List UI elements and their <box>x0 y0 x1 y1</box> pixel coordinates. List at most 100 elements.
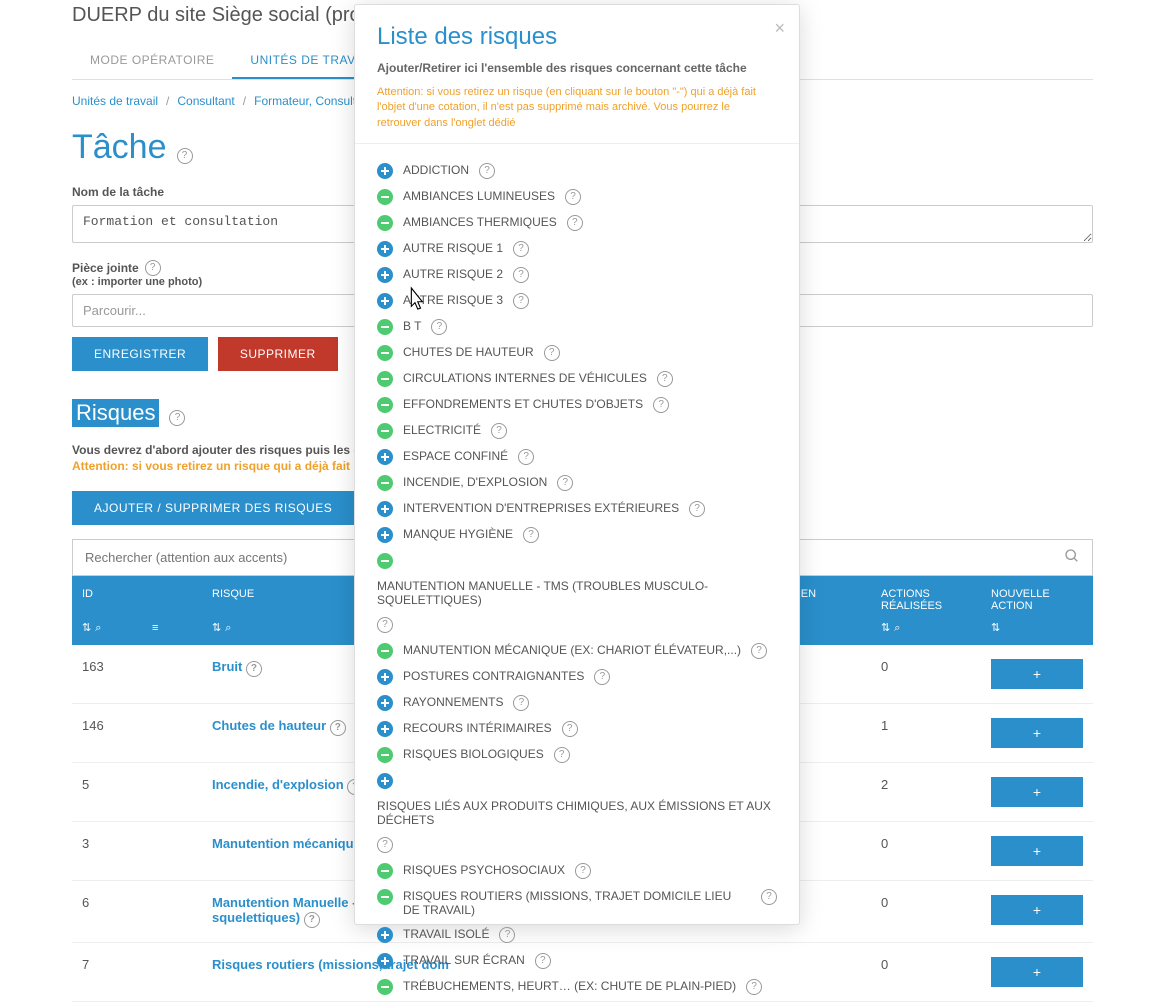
risk-item-label: AMBIANCES THERMIQUES <box>403 215 557 229</box>
risk-item-help-icon[interactable]: ? <box>567 215 583 231</box>
add-risk-icon[interactable] <box>377 267 393 283</box>
risk-item-help-icon[interactable]: ? <box>513 293 529 309</box>
risk-item-label: RISQUES PSYCHOSOCIAUX <box>403 863 565 877</box>
risk-item-help-icon[interactable]: ? <box>544 345 560 361</box>
remove-risk-icon[interactable] <box>377 371 393 387</box>
risk-list-item: RISQUES ROUTIERS (MISSIONS, TRAJET DOMIC… <box>377 884 777 922</box>
risk-item-label: ADDICTION <box>403 163 469 177</box>
risk-item-label: TRÉBUCHEMENTS, HEURT… (EX: CHUTE DE PLAI… <box>403 979 736 993</box>
risk-item-help-icon[interactable]: ? <box>523 527 539 543</box>
risk-list-item: B T? <box>377 314 777 340</box>
risk-item-label: MANQUE HYGIÈNE <box>403 527 513 541</box>
risk-item-help-icon[interactable]: ? <box>513 267 529 283</box>
risk-item-label: AUTRE RISQUE 3 <box>403 293 503 307</box>
risk-item-label: AUTRE RISQUE 2 <box>403 267 503 281</box>
add-risk-icon[interactable] <box>377 449 393 465</box>
risk-item-help-icon[interactable]: ? <box>377 617 393 633</box>
risk-item-label: INCENDIE, D'EXPLOSION <box>403 475 547 489</box>
risk-item-help-icon[interactable]: ? <box>479 163 495 179</box>
row-realisees: 0 <box>871 943 981 1002</box>
row-id: 7 <box>72 943 142 1002</box>
risk-list-item: RISQUES BIOLOGIQUES? <box>377 742 777 768</box>
risk-item-help-icon[interactable]: ? <box>657 371 673 387</box>
risk-list-item: RISQUES PSYCHOSOCIAUX? <box>377 858 777 884</box>
remove-risk-icon[interactable] <box>377 397 393 413</box>
add-risk-icon[interactable] <box>377 927 393 943</box>
risk-item-label: RISQUES LIÉS AUX PRODUITS CHIMIQUES, AUX… <box>377 799 777 827</box>
remove-risk-icon[interactable] <box>377 345 393 361</box>
risk-item-help-icon[interactable]: ? <box>594 669 610 685</box>
risk-item-help-icon[interactable]: ? <box>431 319 447 335</box>
add-risk-icon[interactable] <box>377 773 393 789</box>
risk-list-item: ESPACE CONFINÉ? <box>377 444 777 470</box>
risk-list-item: AUTRE RISQUE 2? <box>377 262 777 288</box>
risk-list-item: AUTRE RISQUE 3? <box>377 288 777 314</box>
risk-item-label: B T <box>403 319 421 333</box>
risk-item-help-icon[interactable]: ? <box>751 643 767 659</box>
modal-close-icon[interactable]: × <box>774 19 785 37</box>
risk-item-help-icon[interactable]: ? <box>513 695 529 711</box>
risk-list-item: AMBIANCES LUMINEUSES? <box>377 184 777 210</box>
add-risk-icon[interactable] <box>377 669 393 685</box>
risk-item-help-icon[interactable]: ? <box>513 241 529 257</box>
risk-list-item: INTERVENTION D'ENTREPRISES EXTÉRIEURES? <box>377 496 777 522</box>
risk-item-help-icon[interactable]: ? <box>653 397 669 413</box>
risk-list-item: TRAVAIL ISOLÉ? <box>377 922 777 948</box>
add-risk-icon[interactable] <box>377 163 393 179</box>
risk-item-label: ELECTRICITÉ <box>403 423 481 437</box>
risk-item-help-icon[interactable]: ? <box>535 953 551 969</box>
remove-risk-icon[interactable] <box>377 553 393 569</box>
remove-risk-icon[interactable] <box>377 889 393 905</box>
risk-item-help-icon[interactable]: ? <box>491 423 507 439</box>
risk-item-label: MANUTENTION MANUELLE - TMS (TROUBLES MUS… <box>377 579 777 607</box>
risk-list-item: ADDICTION? <box>377 158 777 184</box>
risk-list-item: ELECTRICITÉ? <box>377 418 777 444</box>
risk-item-label: TRAVAIL ISOLÉ <box>403 927 489 941</box>
risk-item-help-icon[interactable]: ? <box>575 863 591 879</box>
remove-risk-icon[interactable] <box>377 319 393 335</box>
add-risk-icon[interactable] <box>377 721 393 737</box>
remove-risk-icon[interactable] <box>377 189 393 205</box>
new-action-button[interactable]: + <box>991 957 1083 987</box>
add-risk-icon[interactable] <box>377 695 393 711</box>
modal-subtitle: Ajouter/Retirer ici l'ensemble des risqu… <box>377 61 777 75</box>
remove-risk-icon[interactable] <box>377 747 393 763</box>
new-action-button[interactable]: + <box>991 895 1083 925</box>
risk-item-help-icon[interactable]: ? <box>761 889 777 905</box>
risk-item-label: TRAVAIL SUR ÉCRAN <box>403 953 525 967</box>
row-help-icon[interactable]: ? <box>304 912 320 928</box>
risk-list-item: RAYONNEMENTS? <box>377 690 777 716</box>
risk-list-item: RISQUES LIÉS AUX PRODUITS CHIMIQUES, AUX… <box>377 768 777 858</box>
remove-risk-icon[interactable] <box>377 979 393 995</box>
risk-list-item: AMBIANCES THERMIQUES? <box>377 210 777 236</box>
add-risk-icon[interactable] <box>377 953 393 969</box>
add-risk-icon[interactable] <box>377 293 393 309</box>
risk-item-label: CHUTES DE HAUTEUR <box>403 345 534 359</box>
risk-item-help-icon[interactable]: ? <box>554 747 570 763</box>
risk-item-help-icon[interactable]: ? <box>562 721 578 737</box>
risk-item-help-icon[interactable]: ? <box>689 501 705 517</box>
remove-risk-icon[interactable] <box>377 643 393 659</box>
add-risk-icon[interactable] <box>377 241 393 257</box>
risk-item-label: CIRCULATIONS INTERNES DE VÉHICULES <box>403 371 647 385</box>
risk-list-item: AUTRE RISQUE 1? <box>377 236 777 262</box>
remove-risk-icon[interactable] <box>377 475 393 491</box>
risk-item-label: RAYONNEMENTS <box>403 695 503 709</box>
risk-item-help-icon[interactable]: ? <box>565 189 581 205</box>
risk-item-help-icon[interactable]: ? <box>377 837 393 853</box>
risk-item-label: MANUTENTION MÉCANIQUE (EX: CHARIOT ÉLÉVA… <box>403 643 741 657</box>
risk-item-help-icon[interactable]: ? <box>746 979 762 995</box>
remove-risk-icon[interactable] <box>377 863 393 879</box>
risk-item-label: RISQUES ROUTIERS (MISSIONS, TRAJET DOMIC… <box>403 889 751 917</box>
risk-item-help-icon[interactable]: ? <box>557 475 573 491</box>
remove-risk-icon[interactable] <box>377 423 393 439</box>
risk-item-label: AUTRE RISQUE 1 <box>403 241 503 255</box>
remove-risk-icon[interactable] <box>377 215 393 231</box>
risk-list-modal: × Liste des risques Ajouter/Retirer ici … <box>354 4 800 925</box>
add-risk-icon[interactable] <box>377 527 393 543</box>
risk-item-label: ESPACE CONFINÉ <box>403 449 508 463</box>
risk-item-help-icon[interactable]: ? <box>518 449 534 465</box>
modal-warning: Attention: si vous retirez un risque (en… <box>377 85 777 131</box>
add-risk-icon[interactable] <box>377 501 393 517</box>
risk-item-help-icon[interactable]: ? <box>499 927 515 943</box>
